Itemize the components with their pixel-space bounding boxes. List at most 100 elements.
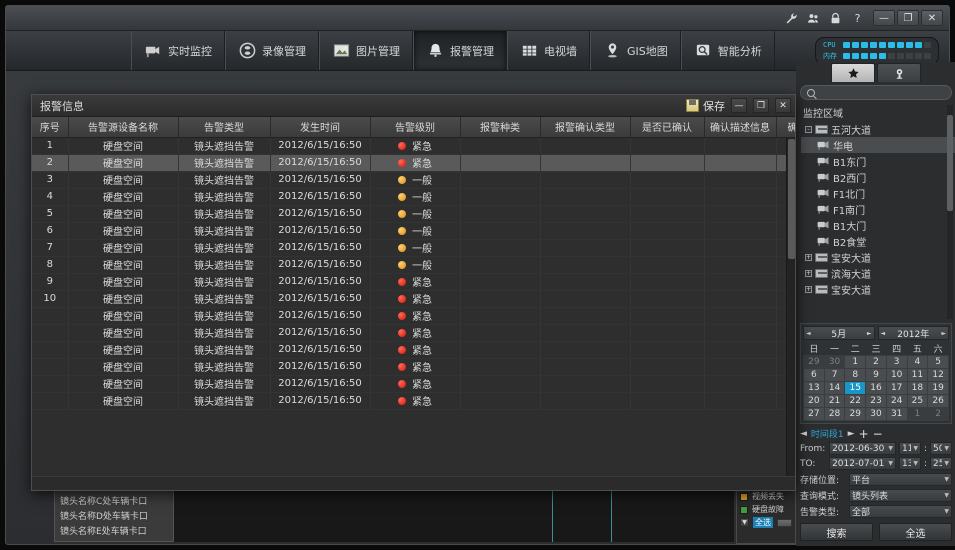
tree-scrollbar[interactable]: [947, 105, 953, 319]
tree-node-camera[interactable]: B1东门: [801, 153, 955, 169]
table-row[interactable]: 硬盘空间 镜头遮挡告警 2012/6/15/16:50 紧急: [32, 375, 795, 393]
to-minute-input[interactable]: 25 ▼: [929, 457, 952, 470]
calendar-day-selected[interactable]: 15: [844, 381, 867, 395]
nav-alarm-manage[interactable]: 报警管理: [413, 31, 507, 70]
alarm-type-select[interactable]: 全部 ▼: [849, 505, 952, 518]
chevron-down-icon[interactable]: ▼: [740, 518, 749, 527]
nav-live-monitor[interactable]: 实时监控: [131, 31, 225, 70]
wrench-icon[interactable]: [784, 11, 799, 26]
calendar-day[interactable]: 21: [823, 394, 846, 408]
to-date-input[interactable]: 2012-07-01 ▼: [829, 457, 896, 470]
tree-node-area[interactable]: - 五河大道: [801, 121, 955, 137]
select-all-button[interactable]: 全选: [879, 523, 952, 541]
minimize-button[interactable]: —: [873, 10, 895, 26]
from-hour-input[interactable]: 11 ▼: [898, 442, 921, 455]
calendar-day[interactable]: 2: [927, 407, 949, 421]
nav-picture-manage[interactable]: 图片管理: [319, 31, 413, 70]
list-item[interactable]: 镜头名称C处车辆卡口: [55, 493, 173, 508]
list-item[interactable]: 镜头名称D处车辆卡口: [55, 508, 173, 523]
tree-node-camera[interactable]: B2西门: [801, 169, 955, 185]
close-button[interactable]: ✕: [921, 10, 943, 26]
chevron-down-icon[interactable]: ▼: [944, 460, 949, 467]
tree-scrollbar-thumb[interactable]: [947, 115, 953, 211]
table-row[interactable]: 硬盘空间 镜头遮挡告警 2012/6/15/16:50 紧急: [32, 392, 795, 410]
table-row[interactable]: 7 硬盘空间 镜头遮挡告警 2012/6/15/16:50 一般: [32, 239, 795, 257]
chevron-down-icon[interactable]: ▼: [944, 492, 949, 499]
monitor-area-tree[interactable]: 监控区域 - 五河大道 华电 B1东门 B2西门 F1北门 F1南门 B1大门 …: [796, 103, 955, 321]
calendar-day[interactable]: 1: [906, 407, 929, 421]
table-row[interactable]: 硬盘空间 镜头遮挡告警 2012/6/15/16:50 紧急: [32, 341, 795, 359]
calendar-day[interactable]: 16: [865, 381, 887, 395]
chevron-down-icon[interactable]: ▼: [944, 476, 949, 483]
nav-tv-wall[interactable]: 电视墙: [507, 31, 590, 70]
maximize-button[interactable]: ❐: [897, 10, 919, 26]
column-header-device[interactable]: 告警源设备名称: [68, 117, 179, 138]
tree-node-area[interactable]: + 滨海大道: [801, 265, 955, 281]
chevron-down-icon[interactable]: ▼: [944, 445, 949, 452]
prev-segment-icon[interactable]: ◄: [800, 429, 807, 439]
calendar-day[interactable]: 3: [885, 355, 908, 369]
calendar-day[interactable]: 4: [906, 355, 929, 369]
to-hour-input[interactable]: 13 ▼: [898, 457, 921, 470]
tree-node-area[interactable]: + 宝安大道: [801, 281, 955, 297]
year-selector[interactable]: ◄ 2012年 ►: [877, 326, 949, 340]
query-mode-select[interactable]: 镜头列表 ▼: [849, 489, 952, 502]
calendar-day[interactable]: 20: [803, 394, 825, 408]
column-header-type[interactable]: 告警类型: [178, 117, 271, 138]
calendar-day[interactable]: 13: [803, 381, 825, 395]
expand-expander-icon[interactable]: +: [805, 269, 812, 277]
calendar-day[interactable]: 30: [823, 355, 846, 369]
calendar-day[interactable]: 27: [803, 407, 825, 421]
calendar-day[interactable]: 26: [927, 394, 949, 408]
dialog-close-button[interactable]: ✕: [775, 98, 791, 113]
expand-expander-icon[interactable]: +: [805, 253, 812, 261]
help-icon[interactable]: ?: [850, 11, 865, 26]
table-row[interactable]: 1 硬盘空间 镜头遮挡告警 2012/6/15/16:50 紧急: [32, 137, 795, 155]
calendar-day[interactable]: 25: [906, 394, 929, 408]
column-header-description[interactable]: 确认描述信息: [704, 117, 777, 138]
users-icon[interactable]: [806, 11, 821, 26]
calendar-day[interactable]: 31: [885, 407, 908, 421]
camera-tab[interactable]: [877, 63, 921, 82]
calendar-day[interactable]: 5: [927, 355, 949, 369]
favorites-tab[interactable]: [831, 63, 875, 82]
column-header-level[interactable]: 告警级别: [370, 117, 461, 138]
calendar-day[interactable]: 7: [823, 368, 846, 382]
table-row[interactable]: 10 硬盘空间 镜头遮挡告警 2012/6/15/16:50 紧急: [32, 290, 795, 308]
nav-gis-map[interactable]: GIS地图: [590, 31, 681, 70]
table-row[interactable]: 8 硬盘空间 镜头遮挡告警 2012/6/15/16:50 一般: [32, 256, 795, 274]
dialog-maximize-button[interactable]: ❐: [753, 98, 769, 113]
column-header-time[interactable]: 发生时间: [270, 117, 371, 138]
chevron-down-icon[interactable]: ▼: [888, 460, 893, 467]
next-segment-icon[interactable]: ►: [848, 429, 855, 439]
add-segment-button[interactable]: +: [859, 428, 869, 440]
next-year-icon[interactable]: ►: [941, 330, 946, 337]
table-scrollbar-thumb[interactable]: [788, 139, 795, 259]
remove-segment-button[interactable]: −: [873, 428, 883, 440]
calendar-day[interactable]: 17: [885, 381, 908, 395]
table-scrollbar[interactable]: [786, 137, 795, 476]
table-row[interactable]: 9 硬盘空间 镜头遮挡告警 2012/6/15/16:50 紧急: [32, 273, 795, 291]
search-box[interactable]: [800, 85, 952, 100]
table-row[interactable]: 硬盘空间 镜头遮挡告警 2012/6/15/16:50 紧急: [32, 358, 795, 376]
calendar-day[interactable]: 29: [844, 407, 867, 421]
search-button[interactable]: 搜索: [800, 523, 873, 541]
lock-icon[interactable]: [828, 11, 843, 26]
tree-node-camera[interactable]: B2食堂: [801, 233, 955, 249]
tree-node-camera[interactable]: F1南门: [801, 201, 955, 217]
table-row[interactable]: 6 硬盘空间 镜头遮挡告警 2012/6/15/16:50 一般: [32, 222, 795, 240]
calendar-day[interactable]: 19: [927, 381, 949, 395]
calendar-day[interactable]: 14: [823, 381, 846, 395]
chevron-down-icon[interactable]: ▼: [913, 445, 918, 452]
calendar-day[interactable]: 1: [844, 355, 867, 369]
calendar-day[interactable]: 30: [865, 407, 887, 421]
column-header-kind[interactable]: 报警种类: [460, 117, 541, 138]
collapse-expander-icon[interactable]: -: [805, 125, 812, 133]
calendar-day[interactable]: 6: [803, 368, 825, 382]
calendar-day[interactable]: 11: [906, 368, 929, 382]
list-item[interactable]: 镜头名称E处车辆卡口: [55, 523, 173, 538]
nav-smart-analysis[interactable]: 智能分析: [680, 31, 775, 70]
storage-location-select[interactable]: 平台 ▼: [849, 473, 952, 486]
chevron-down-icon[interactable]: ▼: [913, 460, 918, 467]
table-row[interactable]: 4 硬盘空间 镜头遮挡告警 2012/6/15/16:50 一般: [32, 188, 795, 206]
